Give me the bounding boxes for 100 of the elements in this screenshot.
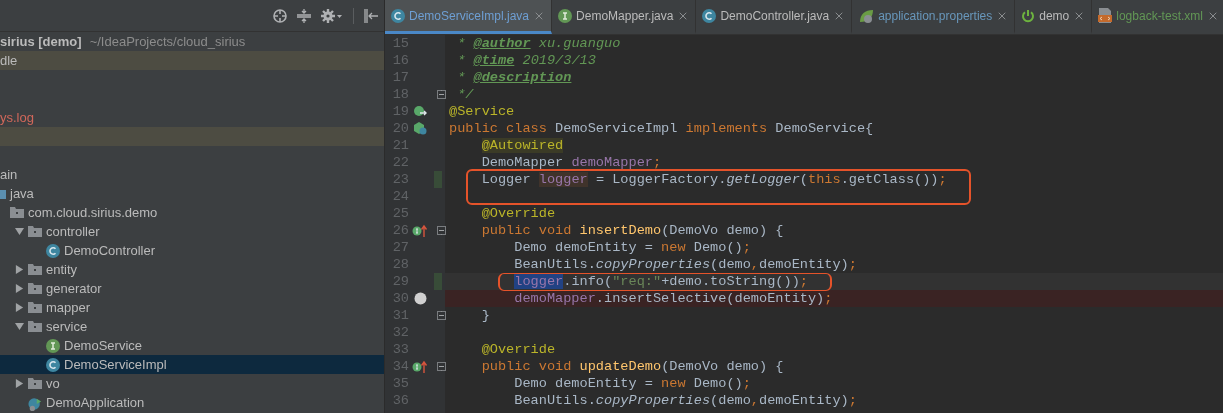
code-token: ; [848,393,857,408]
file-tab[interactable]: DemoMapper.java [552,0,697,34]
class-icon [391,8,405,23]
code-token: @author [473,36,531,51]
selected-tree-row[interactable]: DemoServiceImpl [0,355,384,374]
class-icon [46,243,60,258]
code-token: getLogger [726,172,800,187]
code-token: public void [481,359,573,374]
code-token: * [457,36,467,51]
code-token: (DemoVo demo) { [661,359,784,374]
file-tab[interactable]: demo [1015,0,1093,34]
code-token: @Override [481,342,556,357]
crosshair-icon[interactable] [273,8,287,23]
fold-end-icon[interactable] [437,311,446,320]
code-token: , [750,393,760,408]
folder-icon [10,205,24,218]
fold-start-icon[interactable] [437,362,446,371]
code-token: DemoMapper [481,155,565,170]
override-marker-icon[interactable] [412,224,428,237]
code-token: * [457,70,467,85]
code-token: } [481,308,490,323]
highlighted-tree-row[interactable]: dle [0,51,384,70]
fold-start-icon[interactable] [437,226,446,235]
code-token: public void [481,223,573,238]
code-token: */ [457,87,474,102]
override-marker-icon[interactable] [412,360,428,373]
collapsed-arrow-icon[interactable] [14,379,24,388]
folder-icon [28,262,42,275]
tree-item[interactable]: ain [0,167,18,182]
code-token: this [808,172,841,187]
tree-item[interactable]: controller [46,224,100,239]
change-marker[interactable] [434,273,442,290]
tree-item[interactable]: entity [46,262,78,277]
code-token: BeanUtils. [514,393,596,408]
code-token: "req:" [612,274,662,289]
code-token: ; [742,376,751,391]
hide-panel-icon[interactable] [364,8,378,23]
expanded-arrow-icon[interactable] [14,322,24,331]
tree-item[interactable]: DemoService [64,338,143,353]
folder-icon [28,376,42,389]
code-token: new [661,240,687,255]
settings-icon[interactable] [321,8,343,23]
file-tab[interactable]: logback-test.xml [1092,0,1223,34]
code-token: ; [742,240,751,255]
interface-icon [558,8,573,23]
tree-item[interactable]: mapper [46,300,91,315]
expanded-arrow-icon[interactable] [14,227,24,236]
tree-item[interactable]: com.cloud.sirius.demo [28,205,158,220]
code-token: demoEntity) [759,257,849,272]
code-token: ; [848,257,857,272]
code-token: , [750,257,760,272]
file-tab[interactable]: application.properties [852,0,1016,34]
code-token: logger [514,274,564,289]
code-token: @Override [481,206,556,221]
code-token: copyProperties [595,257,711,272]
tree-item[interactable]: service [46,319,88,334]
code-token: implements [685,121,769,136]
code-token: .info( [563,274,613,289]
code-token: ; [799,274,808,289]
folder-icon [28,300,42,313]
code-token: demoMapper [514,291,596,306]
code-token: @time [473,53,515,68]
code-token: Demo() [693,240,743,255]
tree-item[interactable]: DemoApplication [46,395,145,410]
tree-item[interactable]: vo [46,376,60,391]
fold-end-icon[interactable] [437,90,446,99]
code-token: xu.guanguo [538,36,621,51]
file-tab[interactable]: DemoServiceImpl.java [385,0,553,34]
code-token: @Autowired [481,138,564,153]
file-tab[interactable]: DemoController.java [696,0,853,34]
code-token: * [457,53,467,68]
code-token: new [661,376,687,391]
project-path: ~/IdeaProjects/cloud_sirius [89,34,246,49]
tree-item[interactable]: sirius [demo] [0,34,82,49]
implementation-marker-icon[interactable] [413,105,427,118]
tree-item[interactable]: dle [0,53,18,68]
code-token: ( [799,172,808,187]
code-token: (demo [710,393,751,408]
tree-item[interactable]: DemoServiceImpl [64,357,167,372]
tree-item[interactable]: java [10,186,34,201]
bean-marker-icon[interactable] [413,122,427,135]
tree-item[interactable]: DemoController [64,243,156,258]
code-token: updateDemo [579,359,662,374]
code-token: @description [473,70,572,85]
code-token: public class [449,121,548,136]
collapse-icon[interactable] [297,8,311,23]
code-token: insertDemo [579,223,662,238]
code-token: .insertSelective(demoEntity) [595,291,825,306]
tree-item[interactable]: ys.log [0,110,34,125]
breakpoint-icon[interactable] [413,292,427,305]
xml-file-icon [1098,8,1113,23]
code-token: (DemoVo demo) { [661,223,784,238]
change-marker[interactable] [434,171,442,188]
code-token: copyProperties [595,393,711,408]
leaf-icon [858,7,875,24]
folder-icon [28,281,42,294]
tree-item[interactable]: generator [46,281,102,296]
code-token: 2019/3/13 [522,53,596,68]
code-token: logger [538,172,588,187]
class-icon [702,8,717,23]
